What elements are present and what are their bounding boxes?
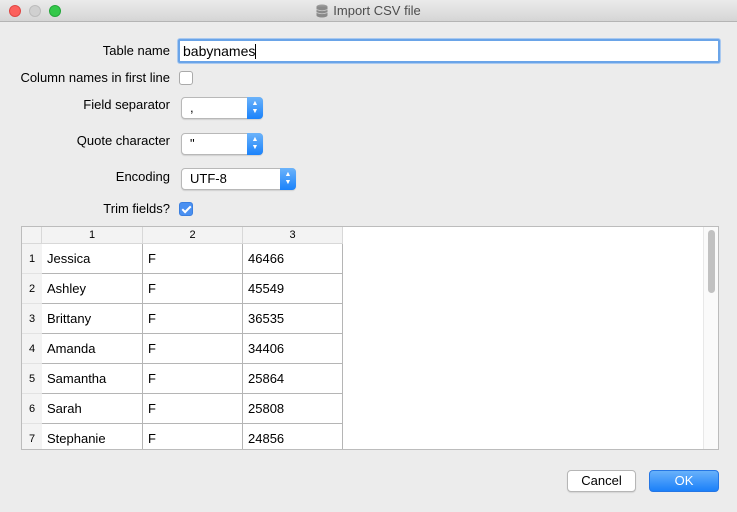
field-separator-value: ,	[190, 100, 194, 115]
table-cell[interactable]: F	[143, 244, 243, 274]
table-cell[interactable]: 24856	[243, 424, 343, 449]
window-title: Import CSV file	[333, 3, 421, 18]
table-cell[interactable]: Sarah	[42, 394, 143, 424]
table-cell[interactable]: 46466	[243, 244, 343, 274]
column-header[interactable]: 3	[243, 227, 343, 244]
title-bar: Import CSV file	[0, 0, 737, 22]
encoding-label: Encoding	[115, 169, 170, 184]
table-cell[interactable]: 36535	[243, 304, 343, 334]
table-cell[interactable]: 25808	[243, 394, 343, 424]
column-names-checkbox[interactable]	[179, 71, 193, 85]
window-title-area: Import CSV file	[0, 0, 737, 21]
row-number[interactable]: 4	[22, 334, 42, 364]
column-header[interactable]: 2	[143, 227, 243, 244]
table-cell[interactable]: F	[143, 364, 243, 394]
quote-character-value: "	[190, 136, 195, 151]
chevron-updown-icon: ▲ ▼	[280, 168, 296, 190]
table-cell[interactable]: 34406	[243, 334, 343, 364]
cancel-button[interactable]: Cancel	[567, 470, 636, 492]
quote-character-label: Quote character	[76, 133, 170, 148]
field-separator-label: Field separator	[83, 97, 170, 112]
row-number[interactable]: 2	[22, 274, 42, 304]
chevron-updown-icon: ▲ ▼	[247, 97, 263, 119]
scrollbar-thumb[interactable]	[708, 230, 715, 293]
table-cell[interactable]: Amanda	[42, 334, 143, 364]
trim-fields-checkbox[interactable]	[179, 202, 193, 216]
table-cell[interactable]: F	[143, 334, 243, 364]
table-cell[interactable]: F	[143, 424, 243, 449]
preview-table[interactable]: 1 2 3 1 Jessica F 46466 2 Ashley F 45549 3 Britta…	[21, 226, 719, 450]
table-cell[interactable]: F	[143, 274, 243, 304]
column-names-label: Column names in first line	[20, 70, 170, 85]
database-icon	[316, 3, 328, 24]
table-cell[interactable]: Brittany	[42, 304, 143, 334]
table-cell[interactable]: F	[143, 304, 243, 334]
table-cell[interactable]: Jessica	[42, 244, 143, 274]
text-caret	[255, 44, 257, 59]
table-cell[interactable]: 25864	[243, 364, 343, 394]
table-cell[interactable]: F	[143, 394, 243, 424]
ok-button[interactable]: OK	[649, 470, 719, 492]
field-separator-select[interactable]: , ▲ ▼	[181, 97, 263, 119]
chevron-updown-icon: ▲ ▼	[247, 133, 263, 155]
table-name-input[interactable]: babynames	[178, 39, 720, 63]
table-name-label: Table name	[102, 43, 170, 58]
corner-header	[22, 227, 42, 244]
table-cell[interactable]: Samantha	[42, 364, 143, 394]
row-number[interactable]: 1	[22, 244, 42, 274]
vertical-scrollbar[interactable]	[703, 227, 718, 449]
table-cell[interactable]: Stephanie	[42, 424, 143, 449]
row-number[interactable]: 3	[22, 304, 42, 334]
encoding-value: UTF-8	[190, 171, 227, 186]
row-number[interactable]: 6	[22, 394, 42, 424]
encoding-select[interactable]: UTF-8 ▲ ▼	[181, 168, 296, 190]
row-number[interactable]: 5	[22, 364, 42, 394]
table-name-value: babynames	[183, 43, 256, 59]
trim-fields-label: Trim fields?	[103, 201, 170, 216]
table-cell[interactable]: 45549	[243, 274, 343, 304]
table-cell[interactable]: Ashley	[42, 274, 143, 304]
row-number[interactable]: 7	[22, 424, 42, 449]
quote-character-select[interactable]: " ▲ ▼	[181, 133, 263, 155]
column-header[interactable]: 1	[42, 227, 143, 244]
